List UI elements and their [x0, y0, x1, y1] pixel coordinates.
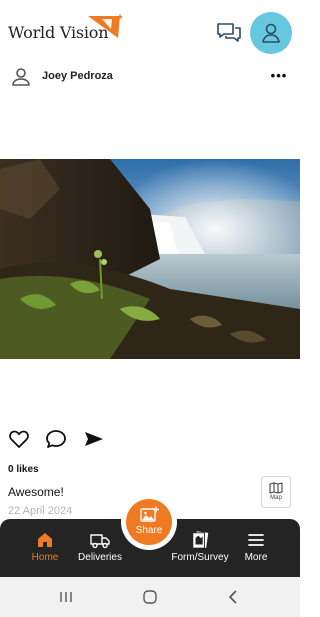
- chat-bubbles-icon[interactable]: [216, 20, 242, 46]
- nav-home-label: Home: [31, 552, 59, 563]
- nav-home[interactable]: Home: [26, 519, 64, 577]
- map-button[interactable]: Map: [261, 476, 291, 508]
- profile-avatar-button[interactable]: [250, 12, 292, 54]
- post-actions: [0, 428, 300, 452]
- logo-mark-icon: [88, 14, 123, 38]
- waterfall-landscape-image: [0, 159, 300, 359]
- post-date: 22 April 2024: [8, 505, 73, 517]
- nav-form-survey[interactable]: Form/Survey: [168, 519, 232, 577]
- send-icon[interactable]: [83, 428, 105, 450]
- person-icon: [262, 23, 280, 43]
- home-circle-icon[interactable]: [142, 590, 158, 604]
- heart-icon[interactable]: [8, 428, 30, 450]
- recents-icon[interactable]: [58, 590, 74, 604]
- post-caption: Awesome!: [8, 485, 64, 499]
- likes-count[interactable]: 0 likes: [8, 464, 39, 475]
- system-navigation-bar: [0, 577, 300, 617]
- share-label: Share: [135, 525, 163, 536]
- post-author-name[interactable]: Joey Pedroza: [42, 70, 113, 82]
- home-icon: [38, 533, 52, 547]
- nav-deliveries[interactable]: Deliveries: [74, 519, 126, 577]
- user-icon: [12, 68, 30, 86]
- form-icon: [192, 531, 209, 549]
- nav-form-survey-label: Form/Survey: [171, 552, 229, 563]
- menu-icon: [248, 534, 264, 546]
- more-horizontal-icon[interactable]: •••: [268, 68, 290, 88]
- world-vision-logo[interactable]: World Vision: [8, 14, 123, 44]
- nav-more-label: More: [244, 552, 268, 563]
- map-icon: [269, 482, 283, 494]
- top-bar: World Vision: [0, 0, 300, 62]
- nav-more[interactable]: More: [238, 519, 274, 577]
- map-label: Map: [270, 495, 282, 501]
- share-button-wrap: Share: [121, 494, 177, 550]
- image-add-icon: [140, 506, 159, 522]
- nav-deliveries-label: Deliveries: [78, 552, 122, 563]
- truck-icon: [90, 534, 110, 549]
- post-author-row: Joey Pedroza •••: [0, 62, 300, 94]
- back-icon[interactable]: [226, 590, 242, 604]
- share-button[interactable]: Share: [126, 499, 172, 545]
- post-image[interactable]: [0, 159, 300, 359]
- comment-icon[interactable]: [45, 428, 67, 450]
